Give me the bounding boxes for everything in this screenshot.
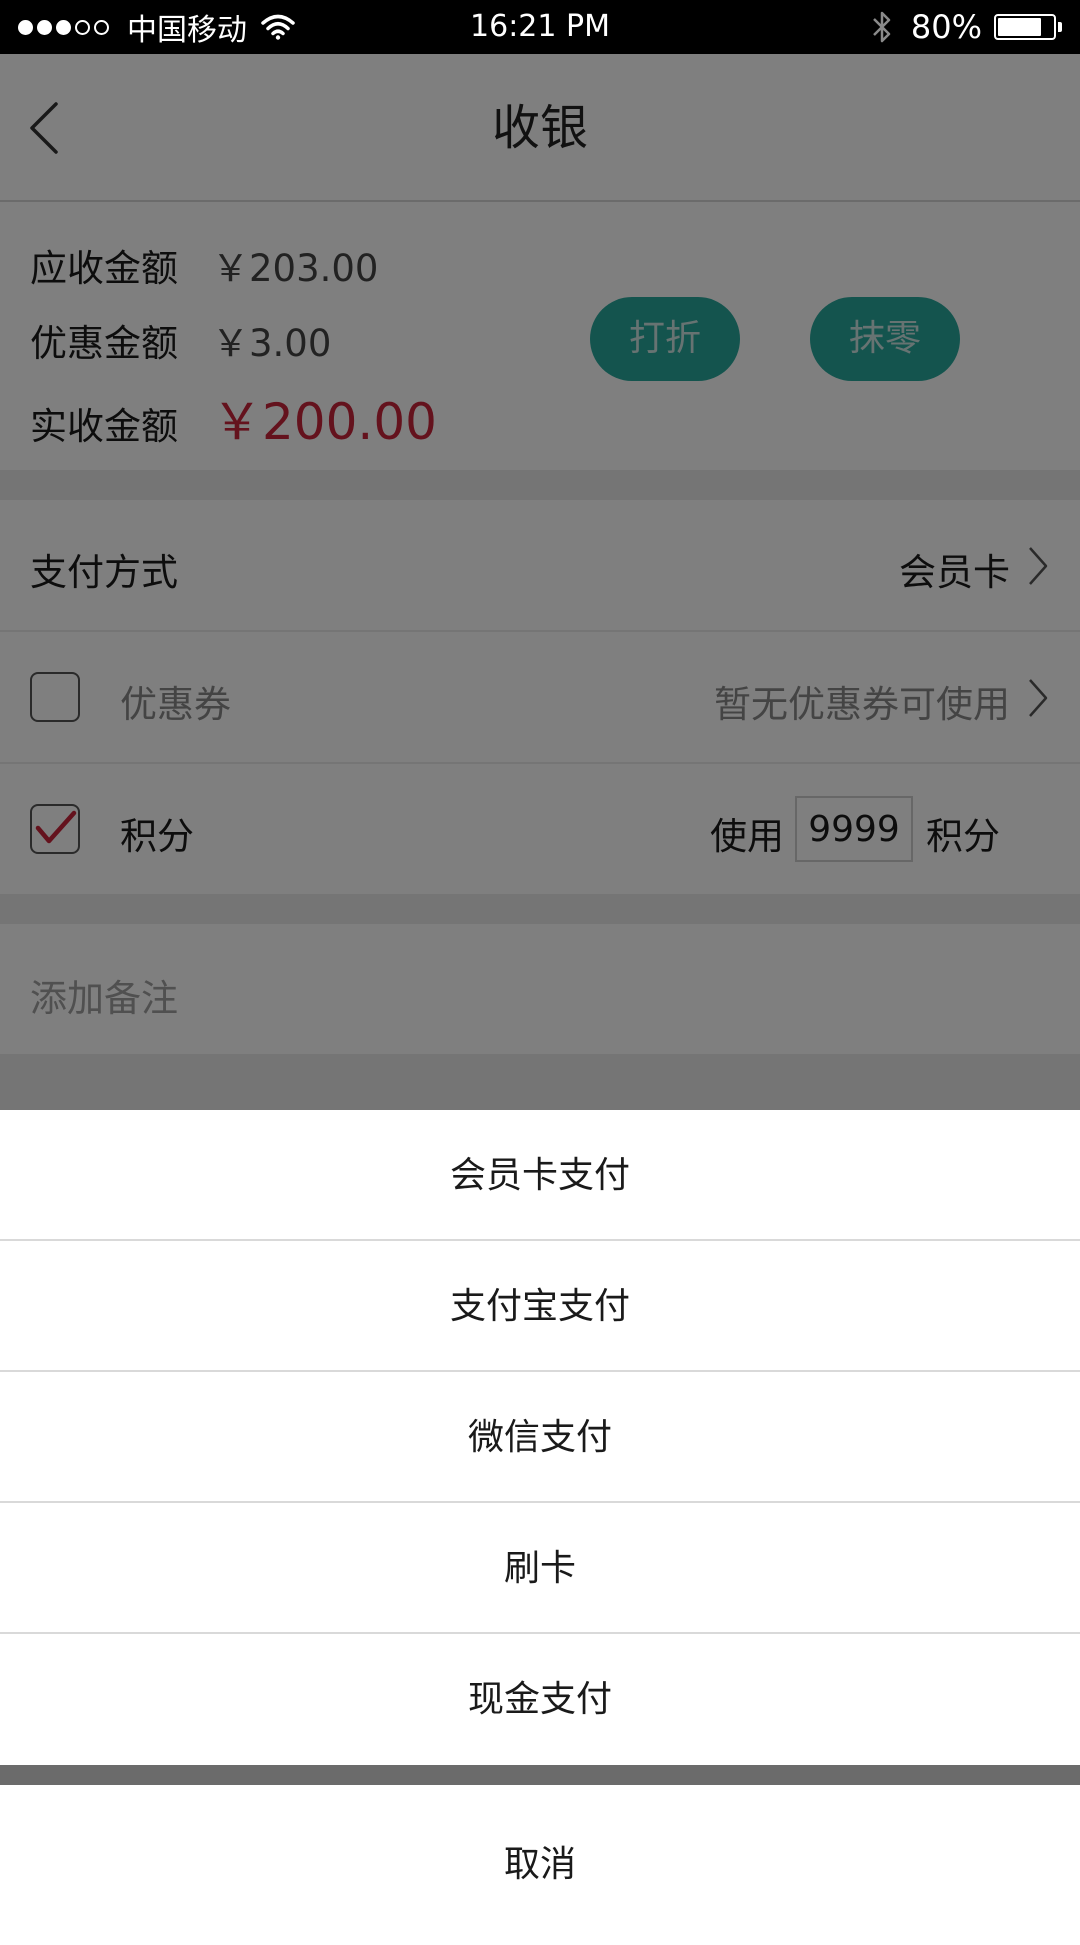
status-bar: 中国移动 16:21 PM 80%: [0, 0, 1080, 54]
battery-tip: [1058, 22, 1062, 32]
cancel-button[interactable]: 取消: [0, 1785, 1080, 1945]
status-right: 80%: [871, 0, 1062, 54]
battery-percentage: 80%: [910, 8, 982, 46]
option-cash-pay[interactable]: 现金支付: [0, 1634, 1080, 1765]
payment-action-sheet: 会员卡支付 支付宝支付 微信支付 刷卡 现金支付 取消: [0, 1110, 1080, 1945]
battery-icon: [994, 14, 1056, 40]
option-member-card-pay[interactable]: 会员卡支付: [0, 1110, 1080, 1241]
option-card-swipe[interactable]: 刷卡: [0, 1503, 1080, 1634]
bluetooth-icon: [872, 11, 891, 43]
option-wechat-pay[interactable]: 微信支付: [0, 1372, 1080, 1503]
option-alipay[interactable]: 支付宝支付: [0, 1241, 1080, 1372]
battery-level-fill: [998, 18, 1041, 36]
sheet-separator: [0, 1765, 1080, 1785]
